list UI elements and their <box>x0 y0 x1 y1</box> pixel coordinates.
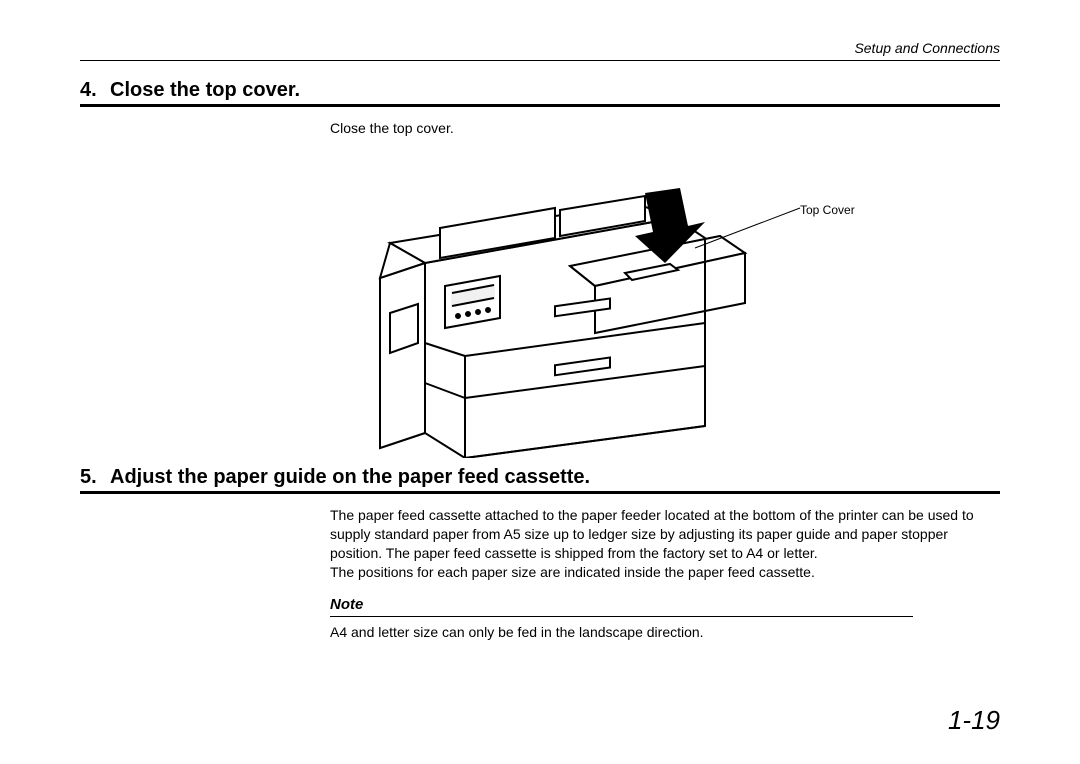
note-heading: Note <box>330 595 913 616</box>
page-number: 1-19 <box>948 705 1000 736</box>
printer-illustration <box>80 148 1000 458</box>
note-block: Note A4 and letter size can only be fed … <box>330 581 990 641</box>
step5-underline <box>80 491 1000 494</box>
chapter-title: Setup and Connections <box>80 40 1000 56</box>
step5-body1: The paper feed cassette attached to the … <box>330 506 990 563</box>
header-divider <box>80 60 1000 61</box>
step5-heading: 5. Adjust the paper guide on the paper f… <box>80 466 1000 489</box>
step4-body: Close the top cover. <box>330 119 990 138</box>
step5-number: 5. <box>80 466 110 489</box>
step4-title: Close the top cover. <box>110 79 300 102</box>
step4-number: 4. <box>80 79 110 102</box>
note-body: A4 and letter size can only be fed in th… <box>330 623 990 642</box>
printer-figure: Top Cover <box>80 148 1000 458</box>
step4-underline <box>80 104 1000 107</box>
manual-page: Setup and Connections 4. Close the top c… <box>0 0 1080 764</box>
step5-title: Adjust the paper guide on the paper feed… <box>110 466 590 489</box>
step4-heading: 4. Close the top cover. <box>80 79 1000 102</box>
step5-body2: The positions for each paper size are in… <box>330 563 990 582</box>
top-cover-label: Top Cover <box>800 203 855 217</box>
